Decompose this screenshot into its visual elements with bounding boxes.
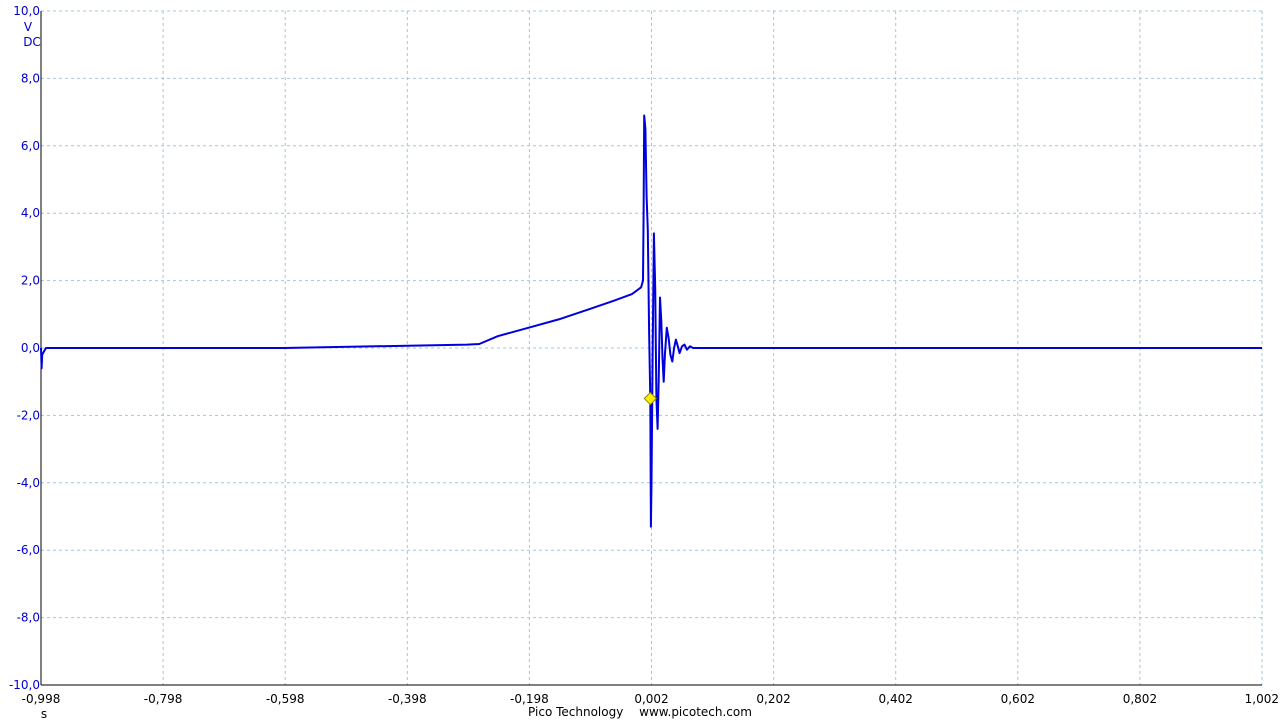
y-axis-labels: 10,0 8,0 6,0 4,0 2,0 0,0 -2,0 -4,0 -6,0 -8,0 -10,0 [9,4,40,692]
y-tick-label: 0,0 [21,341,40,355]
x-tick-label: -0,998 [22,692,61,706]
x-tick-label: 0,002 [634,692,668,706]
x-tick-label: -0,398 [388,692,427,706]
y-unit-label: V [24,20,33,34]
y-tick-label: 6,0 [21,139,40,153]
y-tick-label: -10,0 [9,678,40,692]
x-tick-label: 0,202 [756,692,790,706]
y-tick-label: -4,0 [17,476,40,490]
y-tick-label: 2,0 [21,274,40,288]
marker-group [643,391,657,406]
x-tick-label: 0,402 [879,692,913,706]
footer: Pico Technology www.picotech.com [0,705,1280,719]
y-tick-label: 10,0 [13,4,40,18]
oscilloscope-chart: 10,0 8,0 6,0 4,0 2,0 0,0 -2,0 -4,0 -6,0 -8,0 -10,0… [9,4,1279,720]
series-group [40,114,1262,528]
y-tick-label: 4,0 [21,206,40,220]
footer-company: Pico Technology [528,705,624,719]
footer-url[interactable]: www.picotech.com [639,705,752,719]
series-line [40,114,1262,528]
x-tick-label: -0,798 [144,692,183,706]
trigger-marker-icon [643,391,657,406]
y-tick-label: -2,0 [17,408,40,422]
y-tick-label: 8,0 [21,71,40,85]
x-axis-labels: -0,998 -0,798 -0,598 -0,398 -0,198 0,002 0,202… [22,692,1279,706]
x-tick-label: 0,602 [1001,692,1035,706]
x-tick-label: 0,802 [1123,692,1157,706]
y-tick-label: -6,0 [17,543,40,557]
x-tick-label: -0,198 [510,692,549,706]
x-tick-label: 1,002 [1245,692,1279,706]
y-tick-label: -8,0 [17,611,40,625]
y-coupling-label: DC [23,35,41,49]
x-tick-label: -0,598 [266,692,305,706]
